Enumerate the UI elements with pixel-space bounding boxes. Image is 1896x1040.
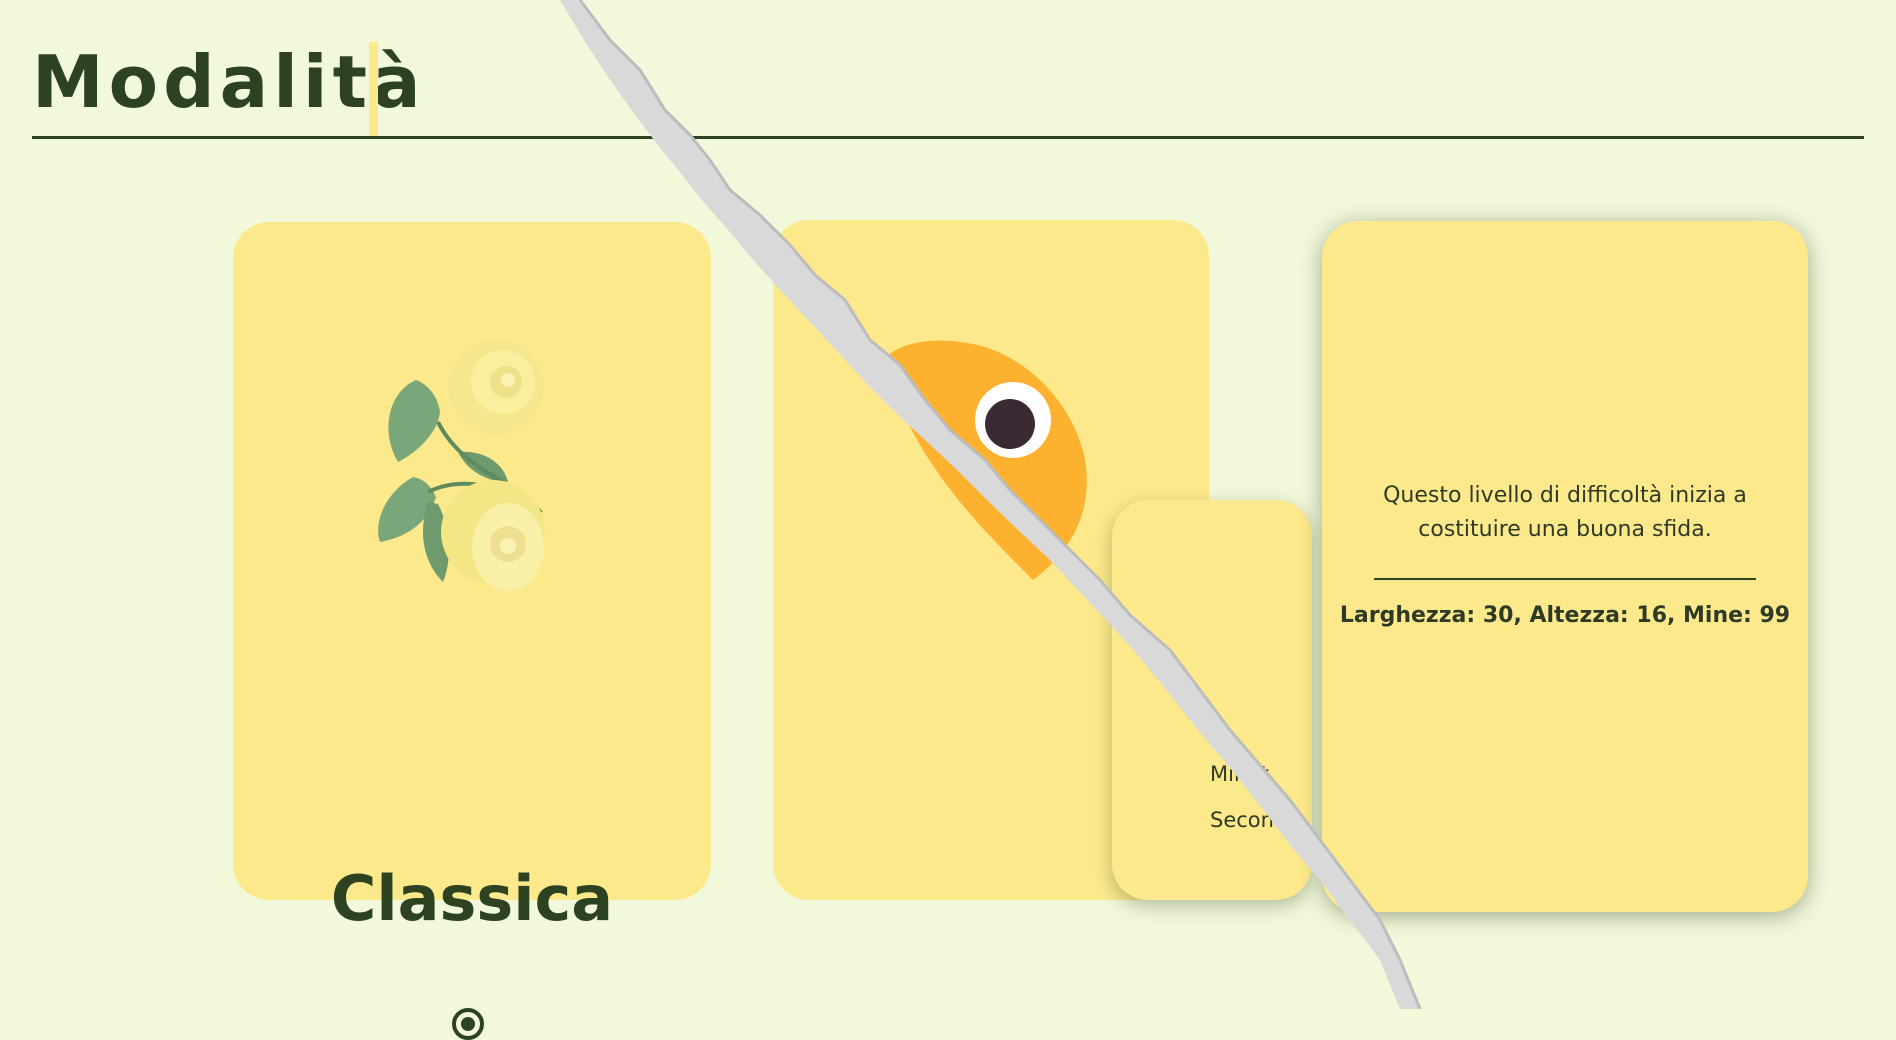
difficulty-card[interactable]: Questo livello di difficoltà inizia a co…	[1322, 221, 1808, 912]
info-line-2: Minut	[1210, 762, 1269, 786]
mode-info-card: C Minut Secondi	[1112, 500, 1312, 900]
difficulty-description: Questo livello di difficoltà inizia a co…	[1383, 483, 1747, 542]
info-line-1: C	[1210, 717, 1225, 741]
difficulty-divider	[1374, 578, 1756, 580]
mode-name: Classica	[330, 862, 614, 935]
title-divider	[32, 136, 1864, 139]
difficulty-stats: Larghezza: 30, Altezza: 16, Mine: 99	[1339, 603, 1791, 628]
info-line-3: Secondi	[1210, 808, 1294, 832]
mode-radio-selected[interactable]	[452, 1008, 484, 1040]
page-title: Modalità	[32, 40, 426, 124]
mode-card-classica[interactable]: Classica	[233, 222, 711, 1040]
roses-icon	[378, 339, 545, 591]
title-cursor	[369, 42, 378, 138]
